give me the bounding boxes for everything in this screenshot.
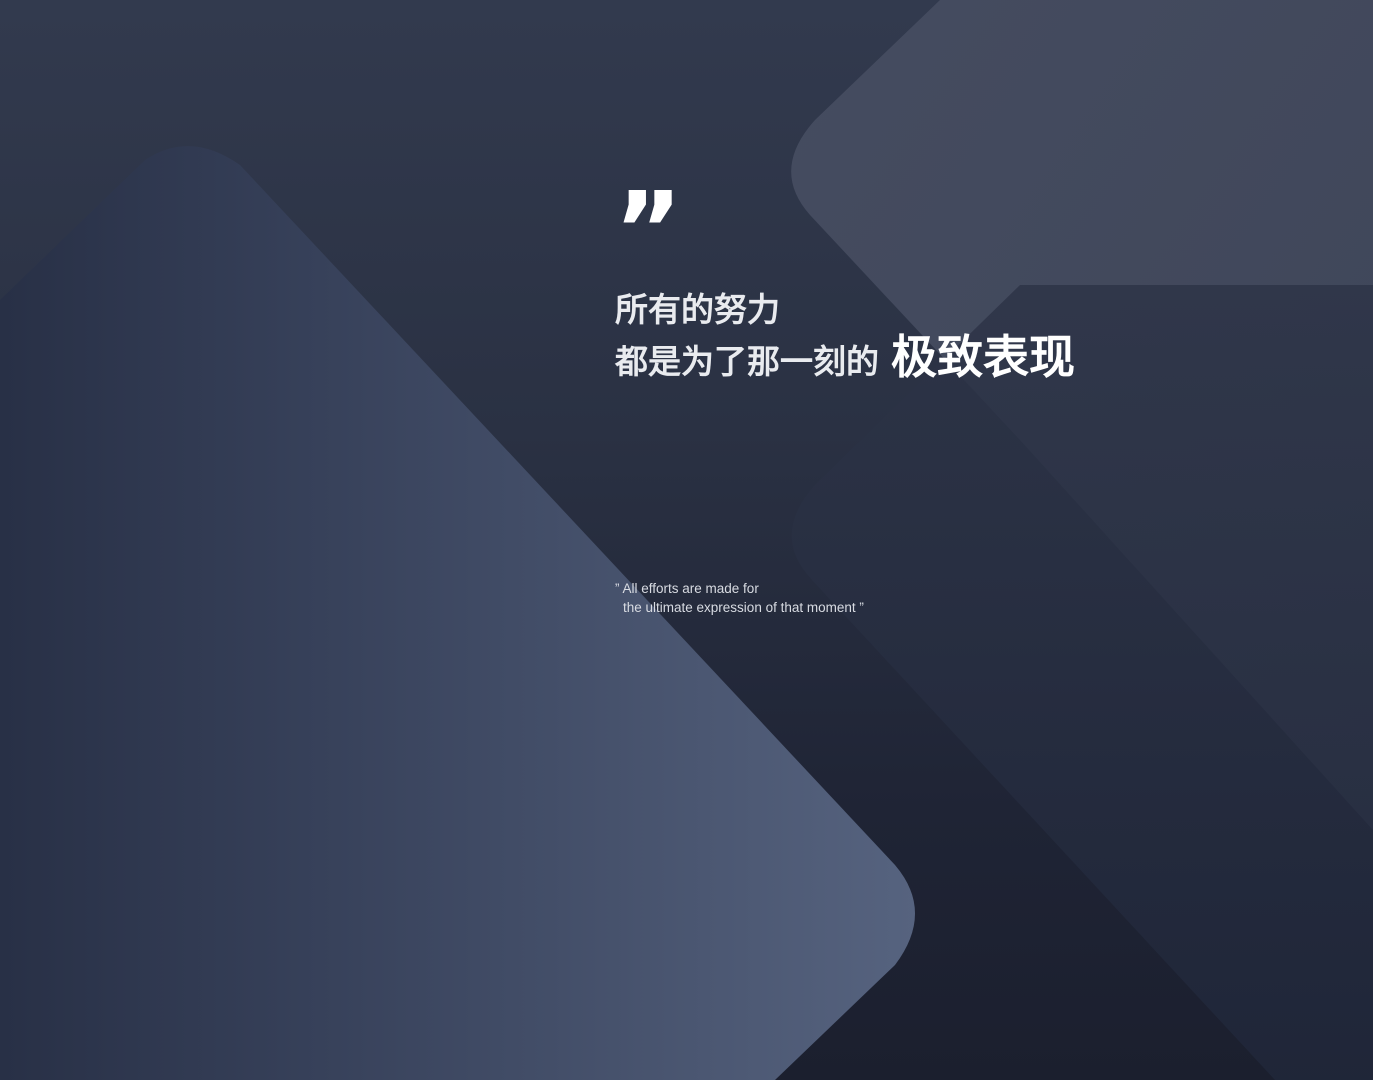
headline-line1: 所有的努力 xyxy=(615,290,780,329)
poster-canvas: ” 所有的努力 都是为了那一刻的 极致表现 ” All efforts are m… xyxy=(0,0,1373,1080)
headline-emphasis: 极致表现 xyxy=(891,330,1075,384)
background-shapes xyxy=(0,0,1373,1080)
quote-mark-icon: ” xyxy=(614,169,682,291)
headline-line2-lead: 都是为了那一刻的 xyxy=(615,342,879,381)
english-subtitle: ” All efforts are made for the ultimate … xyxy=(615,579,864,617)
headline: 所有的努力 都是为了那一刻的 极致表现 xyxy=(615,289,1075,394)
subtitle-line2: the ultimate expression of that moment ” xyxy=(623,600,864,615)
subtitle-line1: ” All efforts are made for xyxy=(615,581,759,596)
headline-line2: 都是为了那一刻的 极致表现 xyxy=(615,331,1075,394)
